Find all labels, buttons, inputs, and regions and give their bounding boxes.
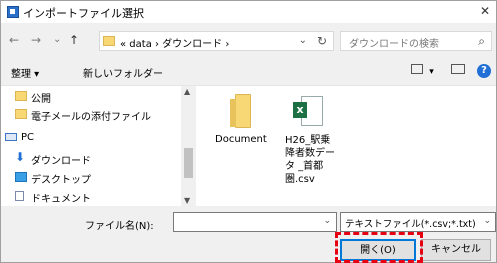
search-placeholder: ダウンロードの検索 xyxy=(349,39,439,50)
file-name-line: 圏.csv xyxy=(285,174,315,185)
window-title: インポートファイル選択 xyxy=(23,7,144,20)
forward-arrow-icon[interactable]: → xyxy=(31,33,41,47)
view-icon xyxy=(411,64,423,74)
filename-dropdown-icon[interactable]: ⌄ xyxy=(323,216,331,226)
toolbar: 整理 ▾ 新しいフォルダー ▾ ? xyxy=(1,61,496,83)
close-icon[interactable]: ✕ xyxy=(480,4,490,18)
sidebar-item-desktop[interactable]: デスクトップ xyxy=(15,171,91,186)
sidebar-item-label: ダウンロード xyxy=(31,156,91,167)
filename-input[interactable]: ⌄ xyxy=(173,212,337,232)
scroll-thumb[interactable] xyxy=(184,148,193,178)
preview-pane-button[interactable] xyxy=(451,64,465,77)
nav-scrollbar[interactable]: ▲ ▼ xyxy=(181,86,196,206)
scroll-down-icon[interactable]: ▼ xyxy=(184,196,190,205)
refresh-icon[interactable]: ↻ xyxy=(317,34,327,48)
app-icon xyxy=(7,6,19,18)
address-bar[interactable]: « data › ダウンロード › ⌄ ↻ xyxy=(99,31,334,51)
file-name: H26_駅乗 降者数デー タ _首都 圏.csv xyxy=(285,134,335,186)
file-name-line: H26_駅乗 xyxy=(285,135,331,146)
address-chevron-icon[interactable]: ⌄ xyxy=(299,35,307,46)
file-name: Document xyxy=(215,134,267,145)
back-arrow-icon[interactable]: ← xyxy=(9,33,19,47)
sidebar-item-documents[interactable]: ドキュメント xyxy=(15,190,91,205)
preview-pane-icon xyxy=(451,64,465,74)
search-input[interactable]: ダウンロードの検索 ⌕ xyxy=(340,31,492,51)
folder-icon xyxy=(15,91,27,101)
file-name-line: 降者数デー xyxy=(285,148,335,159)
filetype-value: テキストファイル(*.csv;*.txt) xyxy=(345,219,476,230)
sidebar-item-label: ドキュメント xyxy=(31,194,91,205)
title-bar: インポートファイル選択 ✕ xyxy=(1,1,496,23)
excel-csv-icon: x xyxy=(293,96,323,126)
sidebar-item-downloads[interactable]: ⬇ ダウンロード xyxy=(15,150,91,167)
view-chevron-icon: ▾ xyxy=(429,67,434,77)
sidebar-item-label: PC xyxy=(21,132,35,143)
organize-menu[interactable]: 整理 ▾ xyxy=(11,65,39,80)
filetype-select[interactable]: テキストファイル(*.csv;*.txt) ⌄ xyxy=(340,212,496,232)
cancel-button[interactable]: キャンセル xyxy=(421,239,491,261)
search-icon[interactable]: ⌕ xyxy=(478,34,485,49)
new-folder-button[interactable]: 新しいフォルダー xyxy=(83,65,163,80)
pc-icon xyxy=(5,133,17,141)
recent-locations-chevron-icon[interactable]: ⌄ xyxy=(53,34,61,45)
file-list: Document x H26_駅乗 降者数デー タ _首都 圏.csv xyxy=(197,86,496,206)
sidebar-item-public[interactable]: 公開 xyxy=(15,90,51,105)
document-icon xyxy=(15,191,24,201)
help-icon: ? xyxy=(477,64,491,78)
up-arrow-icon[interactable]: ↑ xyxy=(69,33,79,47)
highlight-annotation xyxy=(335,232,423,263)
help-button[interactable]: ? xyxy=(477,64,491,78)
navigation-pane: 公開 電子メールの添付ファイル PC ⬇ ダウンロード デスクトップ ドキュメン… xyxy=(1,86,196,206)
folder-icon xyxy=(15,109,27,119)
sidebar-item-label: 公開 xyxy=(31,94,51,105)
view-menu[interactable]: ▾ xyxy=(411,64,434,77)
sidebar-item-pc[interactable]: PC xyxy=(5,132,35,143)
file-dialog: インポートファイル選択 ✕ ← → ⌄ ↑ « data › ダウンロード › … xyxy=(0,0,497,263)
desktop-icon xyxy=(15,172,27,182)
download-icon: ⬇ xyxy=(15,150,26,164)
filename-label: ファイル名(N): xyxy=(85,221,154,232)
address-row: ← → ⌄ ↑ « data › ダウンロード › ⌄ ↻ ダウンロードの検索 … xyxy=(1,29,496,55)
filetype-chevron-icon: ⌄ xyxy=(483,216,491,226)
sidebar-item-label: デスクトップ xyxy=(31,175,91,186)
scroll-up-icon[interactable]: ▲ xyxy=(184,87,190,96)
content-area: 公開 電子メールの添付ファイル PC ⬇ ダウンロード デスクトップ ドキュメン… xyxy=(1,85,496,206)
sidebar-item-email-attachments[interactable]: 電子メールの添付ファイル xyxy=(15,108,151,123)
folder-icon xyxy=(103,36,115,46)
breadcrumb[interactable]: « data › ダウンロード › xyxy=(120,35,229,50)
file-name-line: タ _首都 xyxy=(285,161,324,172)
folder-icon xyxy=(230,94,251,128)
sidebar-item-label: 電子メールの添付ファイル xyxy=(31,112,151,123)
